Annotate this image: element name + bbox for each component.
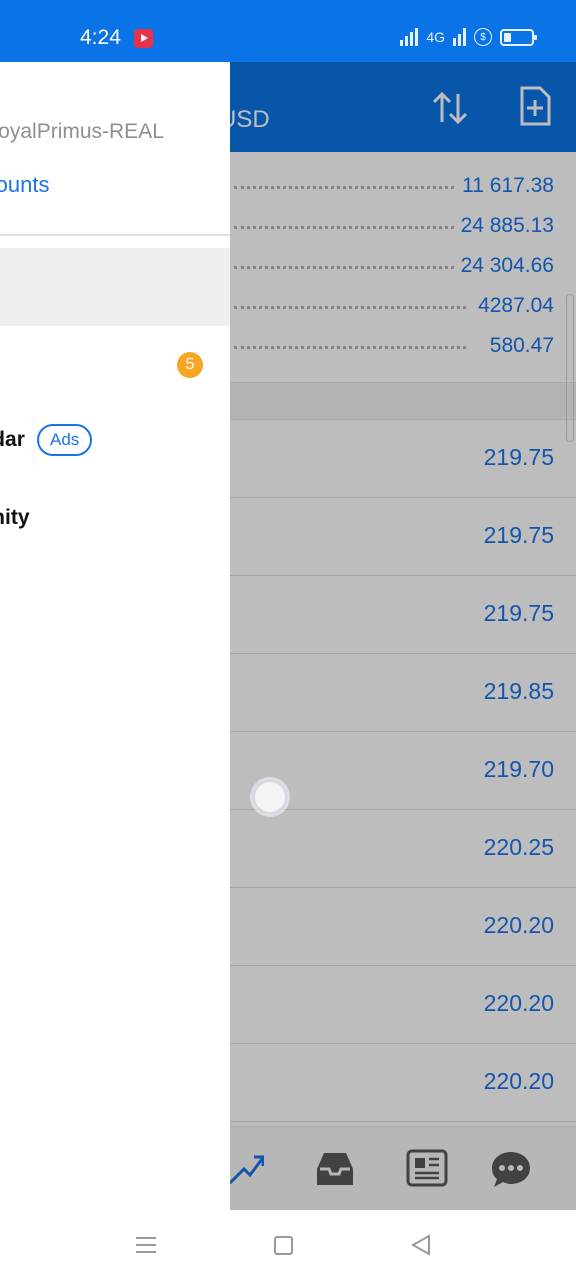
system-icons: 4G $ xyxy=(400,28,537,46)
chat-icon[interactable] xyxy=(490,1149,532,1191)
summary-row: 11 617.38 xyxy=(230,164,576,204)
position-row[interactable]: 219.75 xyxy=(230,576,576,654)
news-icon[interactable] xyxy=(406,1147,448,1189)
touch-indicator xyxy=(253,780,287,814)
position-row[interactable]: 219.85 xyxy=(230,654,576,732)
summary-row: 580.47 xyxy=(230,324,576,364)
signal-2-icon xyxy=(453,28,466,46)
add-document-icon[interactable] xyxy=(518,86,552,126)
inbox-icon[interactable] xyxy=(314,1149,356,1189)
position-price: 219.85 xyxy=(483,678,554,704)
home-icon[interactable] xyxy=(274,1236,293,1255)
app-header: USD xyxy=(219,62,576,152)
network-label: 4G xyxy=(426,29,445,45)
summary-row: 24 304.66 xyxy=(230,244,576,284)
back-icon[interactable] xyxy=(410,1234,432,1256)
accounts-link[interactable]: Accounts xyxy=(0,172,50,198)
screen: 4:24 4G $ USD 11 617.38 24 885.13 24 304… xyxy=(0,0,576,1280)
summary-value: 24 885.13 xyxy=(454,214,554,238)
server-name: RoyalPrimus-REAL xyxy=(0,120,164,143)
system-nav-bar xyxy=(0,1210,576,1280)
menu-icon[interactable] xyxy=(135,1235,157,1255)
screen-record-icon xyxy=(134,29,153,48)
summary-row: 24 885.13 xyxy=(230,204,576,244)
position-price: 219.75 xyxy=(483,444,554,470)
position-price: 220.20 xyxy=(483,990,554,1016)
notification-badge: 5 xyxy=(177,352,203,378)
position-price: 220.20 xyxy=(483,912,554,938)
summary-value: 24 304.66 xyxy=(454,254,554,278)
sort-arrows-icon[interactable] xyxy=(430,88,470,128)
drawer-item-selected[interactable] xyxy=(0,248,230,326)
drawer-item-calendar[interactable]: Calendar xyxy=(0,428,25,452)
position-price: 219.75 xyxy=(483,522,554,548)
section-header xyxy=(230,382,576,420)
position-row[interactable]: 220.20 xyxy=(230,966,576,1044)
divider xyxy=(0,234,230,236)
summary-value: 580.47 xyxy=(483,334,554,358)
main-content: USD 11 617.38 24 885.13 24 304.66 4287.0… xyxy=(219,62,576,1210)
position-row[interactable]: 220.20 xyxy=(230,888,576,966)
position-price: 220.25 xyxy=(483,834,554,860)
navigation-drawer: RoyalPrimus-REAL Accounts 5 Calendar Ads… xyxy=(0,62,230,1210)
drawer-item-community[interactable]: Community xyxy=(0,506,30,530)
trend-chart-icon[interactable] xyxy=(230,1149,264,1189)
ads-badge: Ads xyxy=(37,424,93,456)
position-row[interactable]: 219.75 xyxy=(230,498,576,576)
position-row[interactable]: 220.20 xyxy=(230,1044,576,1122)
bottom-nav xyxy=(230,1126,576,1210)
signal-icon xyxy=(400,28,419,46)
status-time: 4:24 xyxy=(80,26,121,49)
summary-row: 4287.04 xyxy=(230,284,576,324)
position-price: 219.70 xyxy=(483,756,554,782)
position-price: 220.20 xyxy=(483,1068,554,1094)
battery-icon xyxy=(500,28,537,46)
coin-icon: $ xyxy=(474,28,492,46)
position-row[interactable]: 220.25 xyxy=(230,810,576,888)
summary-value: 11 617.38 xyxy=(456,174,554,198)
position-row[interactable]: 219.75 xyxy=(230,420,576,498)
summary-value: 4287.04 xyxy=(472,294,554,318)
position-price: 219.75 xyxy=(483,600,554,626)
